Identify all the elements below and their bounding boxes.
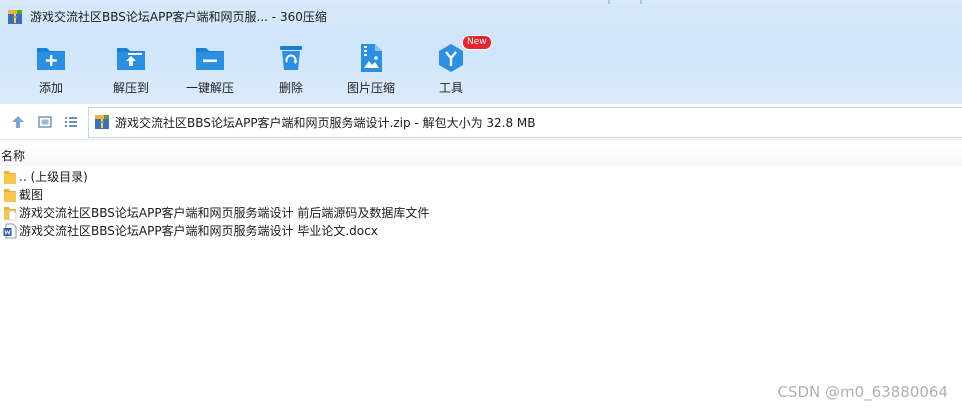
one-click-extract-icon xyxy=(196,48,224,70)
title-bar: 游戏交流社区BBS论坛APP客户端和网页服... - 360压缩 xyxy=(0,0,962,34)
zip-archive-icon xyxy=(8,10,22,24)
image-compress-icon xyxy=(361,44,382,72)
folder-icon xyxy=(4,171,16,184)
file-name: 游戏交流社区BBS论坛APP客户端和网页服务端设计 前后端源码及数据库文件 xyxy=(19,206,430,220)
window-title: 游戏交流社区BBS论坛APP客户端和网页服... - 360压缩 xyxy=(30,10,327,24)
address-field[interactable]: 游戏交流社区BBS论坛APP客户端和网页服务端设计.zip - 解包大小为 32… xyxy=(88,107,962,138)
add-button[interactable]: 添加 xyxy=(11,38,91,98)
address-text: 游戏交流社区BBS论坛APP客户端和网页服务端设计.zip - 解包大小为 32… xyxy=(115,116,536,130)
compressor-window: 游戏交流社区BBS论坛APP客户端和网页服... - 360压缩 添加 解压到 … xyxy=(0,0,962,414)
title-divider xyxy=(608,0,610,4)
zip-archive-icon xyxy=(95,115,109,129)
file-name: 截图 xyxy=(19,188,44,202)
folder-file-icon xyxy=(4,207,17,221)
column-header: 名称 xyxy=(0,144,962,166)
list-view-icon[interactable] xyxy=(63,114,79,130)
one-click-extract-button[interactable]: 一键解压 xyxy=(170,38,250,98)
toolbar-label: 添加 xyxy=(38,81,63,95)
address-bar-row: 游戏交流社区BBS论坛APP客户端和网页服务端设计.zip - 解包大小为 32… xyxy=(0,104,962,140)
recycle-bin-icon xyxy=(280,46,302,70)
extract-to-icon xyxy=(117,48,145,70)
toolbar-label: 删除 xyxy=(278,81,303,95)
file-row-folder[interactable]: 截图 xyxy=(0,186,962,204)
toolbar: 添加 解压到 一键解压 删除 图片压缩 New 工具 xyxy=(0,34,962,102)
up-arrow-icon[interactable] xyxy=(10,114,26,130)
new-badge: New xyxy=(462,35,492,50)
toolbar-label: 解压到 xyxy=(112,81,149,95)
folder-icon xyxy=(4,189,16,202)
file-list: .. (上级目录) 截图 游戏交流社区BBS论坛APP客户端和网页服务端设计 前… xyxy=(0,168,962,240)
extract-to-button[interactable]: 解压到 xyxy=(91,38,171,98)
title-divider xyxy=(640,0,642,4)
watermark: CSDN @m0_63880064 xyxy=(777,383,948,401)
delete-button[interactable]: 删除 xyxy=(251,38,331,98)
toolbar-label: 一键解压 xyxy=(185,81,234,95)
toolbar-label: 工具 xyxy=(438,81,463,95)
file-row-parent-dir[interactable]: .. (上级目录) xyxy=(0,168,962,186)
column-name-header[interactable]: 名称 xyxy=(1,148,25,164)
add-plus-icon xyxy=(37,48,65,70)
thumbnail-view-icon[interactable] xyxy=(37,114,53,130)
toolbar-label: 图片压缩 xyxy=(346,81,395,95)
file-name: 游戏交流社区BBS论坛APP客户端和网页服务端设计 毕业论文.docx xyxy=(19,224,378,238)
tools-button[interactable]: New 工具 xyxy=(411,35,492,98)
file-row-folder[interactable]: 游戏交流社区BBS论坛APP客户端和网页服务端设计 前后端源码及数据库文件 xyxy=(0,204,962,222)
file-row-document[interactable]: 游戏交流社区BBS论坛APP客户端和网页服务端设计 毕业论文.docx xyxy=(0,222,962,240)
file-name: .. (上级目录) xyxy=(19,170,88,184)
word-document-icon xyxy=(3,223,17,239)
image-compress-button[interactable]: 图片压缩 xyxy=(331,38,411,98)
header: 游戏交流社区BBS论坛APP客户端和网页服... - 360压缩 添加 解压到 … xyxy=(0,0,962,105)
